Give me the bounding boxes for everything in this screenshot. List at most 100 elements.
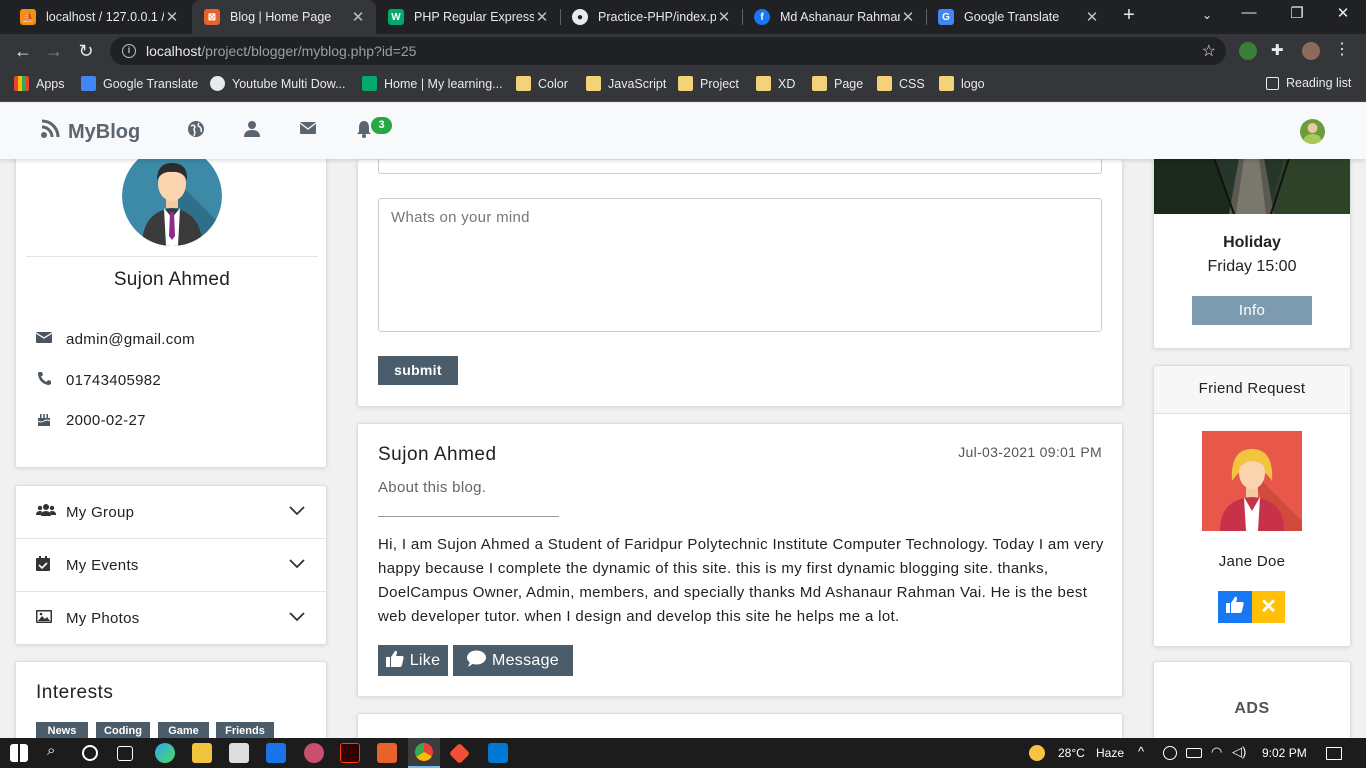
profile-phone: 01743405982 <box>34 371 161 390</box>
xampp-icon: ⊠ <box>204 9 220 25</box>
tab-php-regex[interactable]: W PHP Regular Expressio ✕ <box>376 0 560 34</box>
reading-list-button[interactable]: Reading list <box>1266 76 1351 90</box>
tab-blog-home[interactable]: ⊠ Blog | Home Page ✕ <box>192 0 376 34</box>
maximize-button[interactable]: ❐ <box>1284 4 1310 22</box>
apps-icon <box>14 76 29 91</box>
tab-google-translate[interactable]: G Google Translate ✕ <box>926 0 1110 34</box>
folder-icon <box>678 76 693 91</box>
submit-button[interactable]: submit <box>378 356 458 385</box>
users-icon <box>36 503 56 521</box>
tab-phpmyadmin[interactable]: ⛵ localhost / 127.0.0.1 / l ✕ <box>8 0 190 34</box>
new-tab-button[interactable]: + <box>1118 4 1140 30</box>
notification-badge: 3 <box>371 117 392 134</box>
address-bar[interactable]: i localhost/project/blogger/myblog.php?i… <box>110 37 1226 65</box>
minimize-button[interactable]: — <box>1236 4 1262 21</box>
folder-icon <box>586 76 601 91</box>
image-icon <box>36 610 56 627</box>
post-textarea[interactable]: Whats on your mind <box>378 198 1102 332</box>
volume-icon[interactable]: ◁) <box>1232 744 1246 760</box>
bookmark-star-icon[interactable]: ☆ <box>1202 41 1216 61</box>
bookmark-folder-xd[interactable]: XD <box>756 76 795 91</box>
cortana-icon[interactable] <box>82 745 98 761</box>
bookmark-folder-page[interactable]: Page <box>812 76 863 91</box>
user-avatar[interactable] <box>1300 119 1325 144</box>
task-view-icon[interactable] <box>117 746 133 761</box>
tab-search-icon[interactable]: ⌄ <box>1194 8 1220 22</box>
divider <box>378 516 559 517</box>
file-explorer-icon[interactable] <box>192 743 212 763</box>
close-icon[interactable]: ✕ <box>164 8 180 26</box>
bookmarks-bar: Apps Google Translate Youtube Multi Dow.… <box>0 68 1366 102</box>
bookmark-youtube[interactable]: Youtube Multi Dow... <box>210 76 346 91</box>
info-icon[interactable]: i <box>122 44 136 58</box>
battery-icon[interactable] <box>1186 748 1202 758</box>
forward-button[interactable]: → <box>41 39 67 63</box>
folder-icon <box>939 76 954 91</box>
site-navbar: MyBlog 3 <box>0 103 1366 159</box>
chrome-taskbar-button[interactable] <box>408 738 440 768</box>
windows-start-icon[interactable] <box>10 744 28 762</box>
bookmark-folder-project[interactable]: Project <box>678 76 739 91</box>
illustrator-icon[interactable] <box>340 743 360 763</box>
xampp-icon[interactable] <box>377 743 397 763</box>
user-icon[interactable] <box>243 120 263 140</box>
app-icon[interactable] <box>304 743 324 763</box>
phpmyadmin-icon: ⛵ <box>20 9 36 25</box>
mail-icon[interactable] <box>266 743 286 763</box>
bookmark-folder-logo[interactable]: logo <box>939 76 985 91</box>
edge-icon[interactable] <box>155 743 175 763</box>
post-subtitle: About this blog. <box>378 479 487 496</box>
extension-icon[interactable] <box>1239 42 1257 60</box>
birthday-cake-icon <box>34 411 54 430</box>
store-icon[interactable] <box>229 743 249 763</box>
decline-friend-button[interactable]: ✕ <box>1252 591 1285 623</box>
info-button[interactable]: Info <box>1192 296 1312 325</box>
accordion-my-photos[interactable]: My Photos <box>16 592 327 645</box>
w3schools-icon <box>362 76 377 91</box>
message-button[interactable]: Message <box>453 645 573 676</box>
bookmark-folder-css[interactable]: CSS <box>877 76 925 91</box>
browser-toolbar: ← → ↻ i localhost/project/blogger/myblog… <box>0 34 1366 68</box>
tab-facebook[interactable]: f Md Ashanaur Rahman ✕ <box>742 0 926 34</box>
bookmark-folder-color[interactable]: Color <box>516 76 568 91</box>
clock[interactable]: 9:02 PM <box>1262 746 1307 760</box>
accept-friend-button[interactable] <box>1218 591 1252 623</box>
puzzle-icon[interactable]: ✚ <box>1271 41 1289 59</box>
weather-moon-icon <box>1029 745 1045 761</box>
bookmark-folder-javascript[interactable]: JavaScript <box>586 76 666 91</box>
event-time: Friday 15:00 <box>1207 258 1297 275</box>
close-icon[interactable]: ✕ <box>534 8 550 26</box>
reload-button[interactable]: ↻ <box>73 39 99 63</box>
bookmark-apps[interactable]: Apps <box>14 76 65 91</box>
brand-logo[interactable]: MyBlog <box>40 119 140 145</box>
close-icon[interactable]: ✕ <box>900 8 916 26</box>
wifi-icon[interactable]: ◠ <box>1211 744 1222 760</box>
globe-icon[interactable] <box>187 120 207 140</box>
accordion-my-group[interactable]: My Group <box>16 486 327 539</box>
google-translate-icon: G <box>938 9 954 25</box>
back-button[interactable]: ← <box>10 39 36 63</box>
calendar-check-icon <box>36 555 56 575</box>
envelope-icon[interactable] <box>299 120 319 140</box>
sidebar-accordion: My Group My Events My Photos <box>15 485 327 645</box>
folder-icon <box>516 76 531 91</box>
phone-icon <box>34 371 54 390</box>
close-window-button[interactable]: ✕ <box>1330 4 1356 22</box>
close-icon[interactable]: ✕ <box>716 8 732 26</box>
tab-github[interactable]: ● Practice-PHP/index.ph ✕ <box>560 0 742 34</box>
profile-avatar[interactable] <box>1302 42 1320 60</box>
close-icon[interactable]: ✕ <box>1084 8 1100 26</box>
git-icon[interactable] <box>448 742 471 765</box>
vscode-icon[interactable] <box>488 743 508 763</box>
search-icon[interactable]: ⌕ <box>47 742 67 762</box>
menu-icon[interactable]: ⋮ <box>1334 39 1352 58</box>
event-title: Holiday <box>1223 234 1281 251</box>
bookmark-home[interactable]: Home | My learning... <box>362 76 503 91</box>
bookmark-google-translate[interactable]: Google Translate <box>81 76 198 91</box>
chevron-up-icon[interactable]: ^ <box>1138 744 1144 759</box>
accordion-my-events[interactable]: My Events <box>16 539 327 592</box>
sync-icon[interactable] <box>1163 746 1177 760</box>
close-icon[interactable]: ✕ <box>350 8 366 26</box>
like-button[interactable]: Like <box>378 645 448 676</box>
notification-center-icon[interactable] <box>1326 747 1342 760</box>
